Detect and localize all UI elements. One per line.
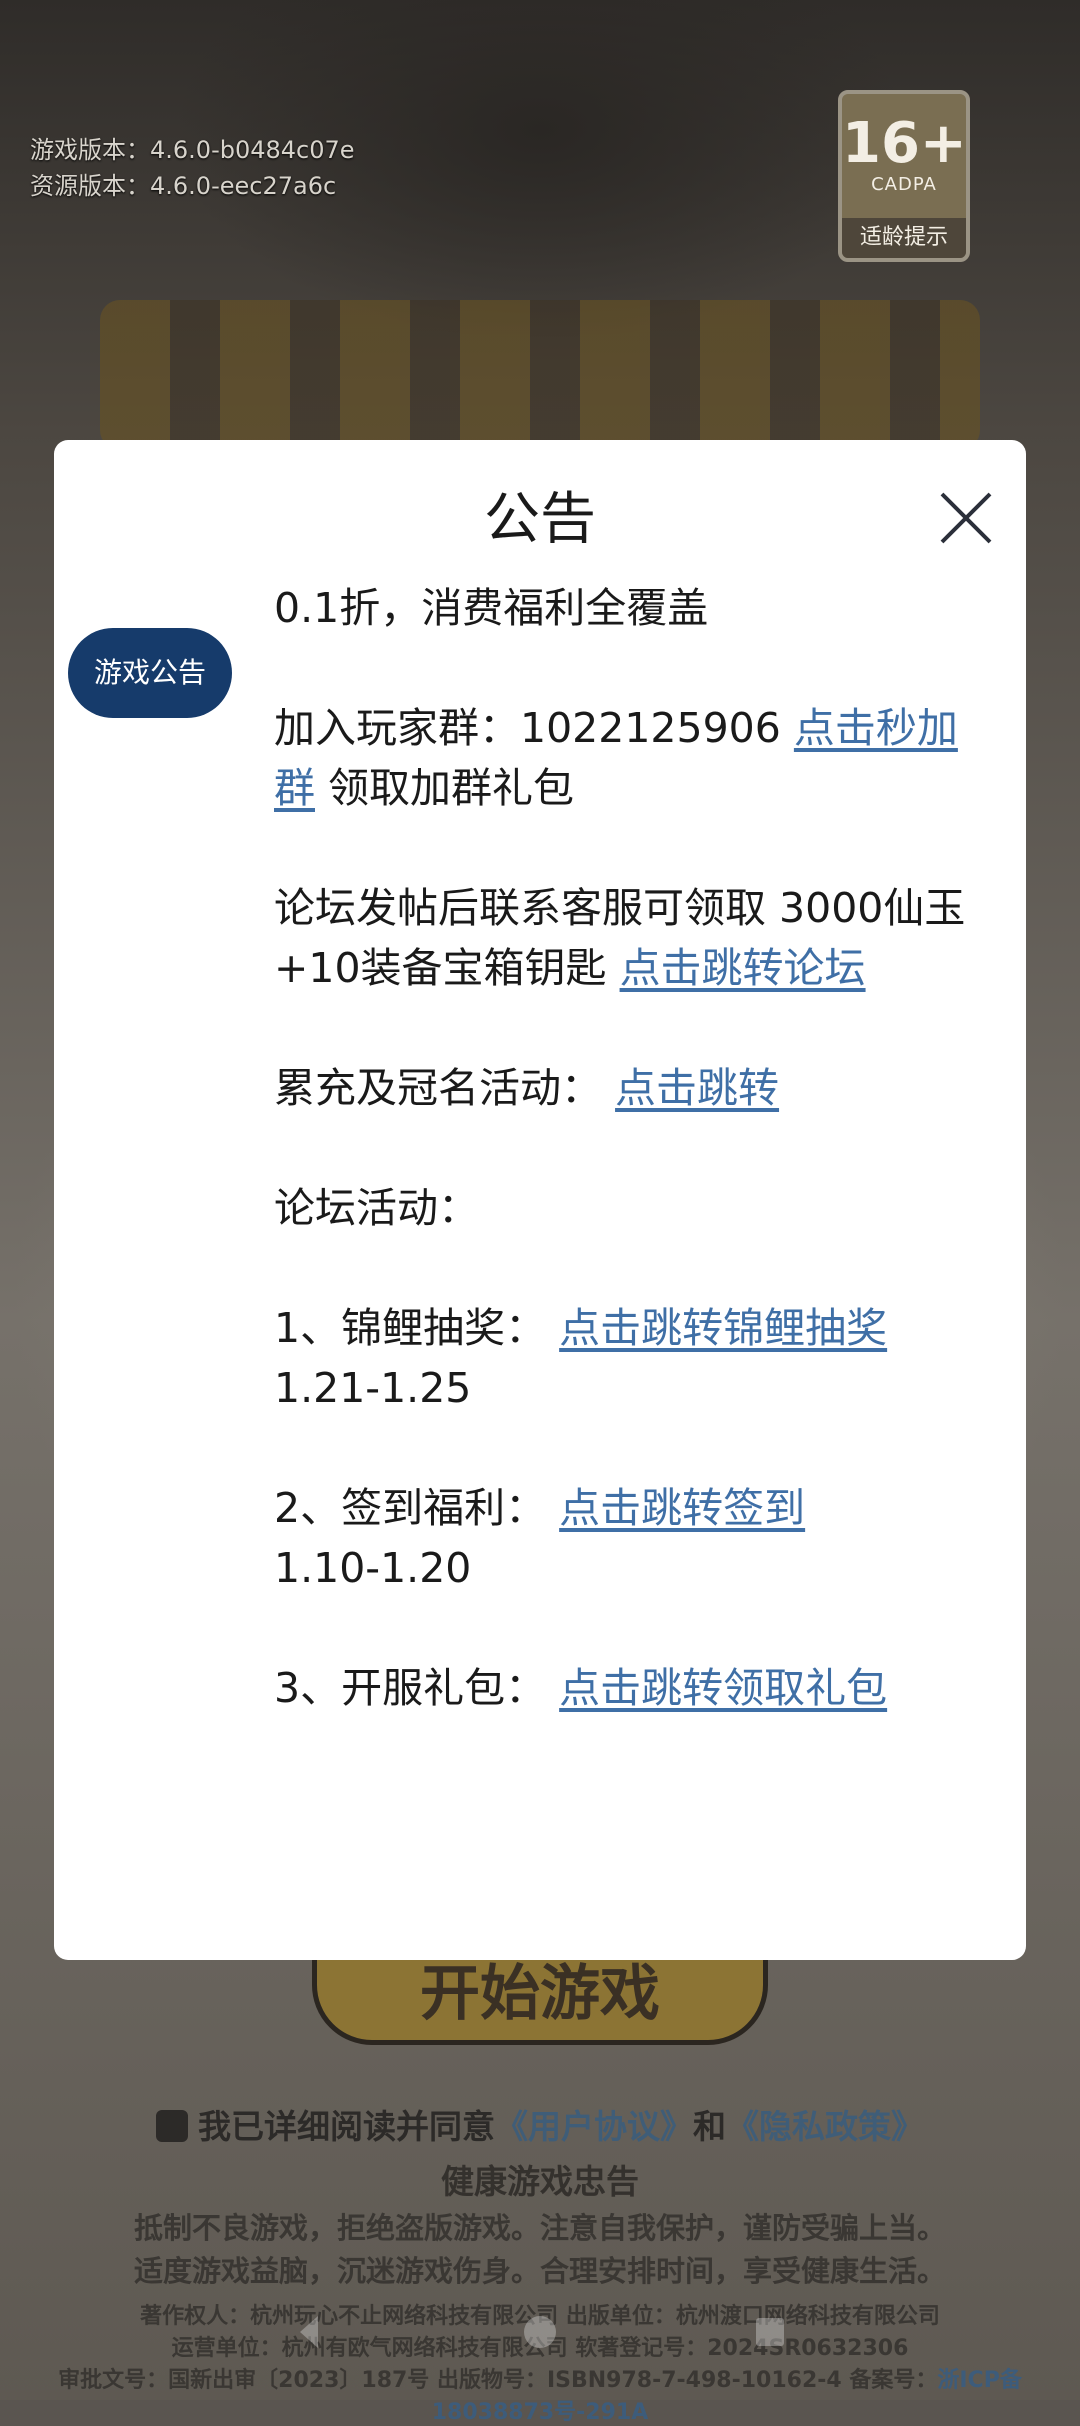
activity-date: 1.10-1.20 (274, 1544, 472, 1592)
sign-in-link[interactable]: 点击跳转签到 (559, 1484, 805, 1532)
recharge-link[interactable]: 点击跳转 (615, 1064, 779, 1112)
activity-text: 2、签到福利： (274, 1484, 560, 1532)
forum-post-paragraph: 论坛发帖后联系客服可领取 3000仙玉+10装备宝箱钥匙 点击跳转论坛 (274, 878, 974, 998)
tab-game-announcement[interactable]: 游戏公告 (68, 628, 232, 718)
partial-line: 0.1折，消费福利全覆盖 (274, 584, 709, 632)
dialog-title: 公告 (484, 487, 596, 552)
activity-item: 3、开服礼包： 点击跳转领取礼包 (274, 1658, 974, 1718)
activity-date: 1.21-1.25 (274, 1364, 472, 1412)
group-paragraph: 加入玩家群：1022125906 点击秒加群 领取加群礼包 (274, 698, 974, 818)
launch-gift-link[interactable]: 点击跳转领取礼包 (559, 1664, 887, 1712)
lucky-draw-link[interactable]: 点击跳转锦鲤抽奖 (559, 1304, 887, 1352)
activity-text: 1、锦鲤抽奖： (274, 1304, 560, 1352)
group-suffix: 领取加群礼包 (315, 764, 575, 812)
activity-item: 1、锦鲤抽奖： 点击跳转锦鲤抽奖 1.21-1.25 (274, 1298, 974, 1418)
group-text: 加入玩家群：1022125906 (274, 704, 794, 752)
close-icon[interactable] (934, 486, 998, 550)
announcement-content[interactable]: 0.1折，消费福利全覆盖 加入玩家群：1022125906 点击秒加群 领取加群… (274, 580, 974, 1880)
activity-text: 3、开服礼包： (274, 1664, 560, 1712)
announcement-dialog: 公告 游戏公告 0.1折，消费福利全覆盖 加入玩家群：1022125906 点击… (54, 440, 1026, 1960)
recharge-text: 累充及冠名活动： (274, 1064, 616, 1112)
recharge-paragraph: 累充及冠名活动： 点击跳转 (274, 1058, 974, 1118)
forum-link[interactable]: 点击跳转论坛 (620, 944, 866, 992)
activity-item: 2、签到福利： 点击跳转签到 1.10-1.20 (274, 1478, 974, 1598)
forum-activity-heading: 论坛活动： (274, 1184, 479, 1232)
